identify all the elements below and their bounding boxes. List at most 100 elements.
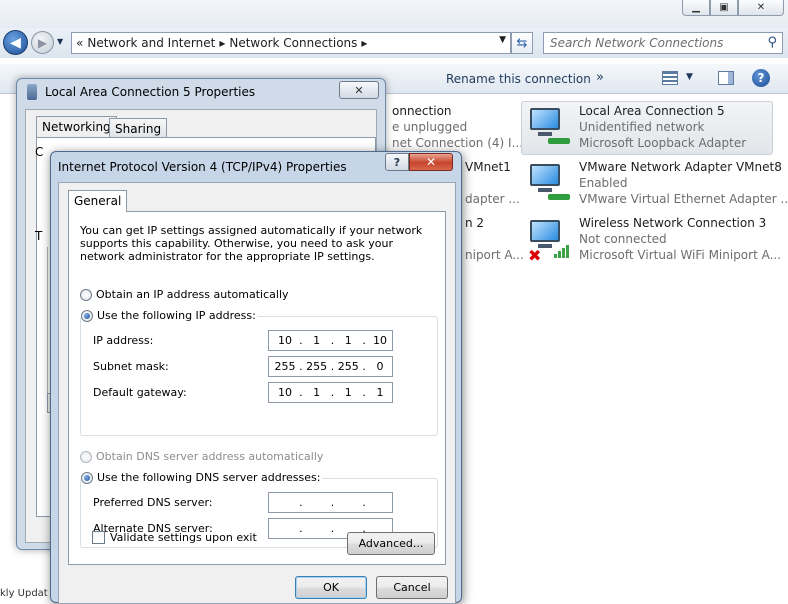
octet: 10: [277, 386, 292, 399]
connection-status: Enabled: [579, 176, 628, 190]
connection-status: Not connected: [579, 232, 667, 246]
radio-button-checked[interactable]: [81, 471, 93, 484]
minimize-button[interactable]: ▁: [682, 0, 710, 16]
use-following-dns-label: Use the following DNS server addresses:: [97, 471, 321, 484]
octet: 1: [313, 334, 321, 347]
octet: 1: [376, 386, 384, 399]
partial-label-connect: C: [35, 145, 44, 159]
connection-item-wireless-3[interactable]: ✖ Wireless Network Connection 3 Not conn…: [522, 214, 781, 268]
ok-button[interactable]: OK: [295, 576, 367, 599]
preview-pane-icon[interactable]: [718, 71, 734, 85]
question-icon: ?: [393, 155, 401, 169]
octet: 10: [372, 334, 387, 347]
breadcrumb-network-connections[interactable]: Network Connections: [229, 36, 357, 50]
connection-partial-status: e unplugged: [392, 120, 468, 134]
connection-item-local-area-5[interactable]: Local Area Connection 5 Unidentified net…: [521, 101, 773, 155]
use-following-ip-radio[interactable]: Use the following IP address:: [81, 309, 258, 322]
octet: 1: [344, 386, 352, 399]
help-icon[interactable]: ?: [752, 69, 770, 87]
change-view-icon[interactable]: [662, 71, 678, 85]
ip-address-label: IP address:: [93, 334, 154, 347]
connection-name: VMware Network Adapter VMnet8: [579, 160, 782, 174]
more-commands-button[interactable]: »: [596, 70, 604, 85]
taskbar-fragment: kly Updat: [0, 588, 48, 599]
checkbox[interactable]: [92, 531, 105, 544]
radio-button-checked[interactable]: [81, 309, 93, 322]
forward-button[interactable]: ▶: [31, 31, 54, 54]
octet: 1: [313, 386, 321, 399]
maximize-button[interactable]: ▣: [710, 0, 738, 16]
cancel-button[interactable]: Cancel: [376, 576, 448, 599]
octet: 1: [344, 334, 352, 347]
navigation-bar: ◀ ▶ ▼ « Network and Internet ▸ Network C…: [0, 28, 788, 58]
back-button[interactable]: ◀: [3, 30, 28, 55]
partial-label-this: T: [35, 229, 43, 243]
recent-pages-dropdown[interactable]: ▼: [57, 37, 63, 46]
rename-connection-button[interactable]: Rename this connection: [446, 72, 591, 86]
explorer-titlebar: ▁ ▣ ✕: [0, 0, 788, 28]
breadcrumb-overflow[interactable]: «: [76, 36, 83, 50]
breadcrumb-network-and-internet[interactable]: Network and Internet: [87, 36, 215, 50]
dialog-close-button[interactable]: ✕: [339, 81, 379, 99]
connection-status: Unidentified network: [579, 120, 705, 134]
dialog-title: Internet Protocol Version 4 (TCP/IPv4) P…: [58, 160, 347, 174]
connection-partial-name[interactable]: VMnet1: [465, 160, 511, 174]
general-panel: You can get IP settings assigned automat…: [68, 211, 446, 565]
obtain-dns-auto-radio[interactable]: Obtain DNS server address automatically: [80, 450, 323, 463]
network-adapter-icon: [528, 162, 572, 206]
close-icon: ✕: [756, 2, 766, 13]
connection-adapter: VMware Virtual Ethernet Adapter ...: [579, 192, 788, 206]
ip-address-field[interactable]: 10. 1. 1. 10: [268, 330, 393, 351]
connection-partial-adapter: dapter ...: [465, 192, 520, 206]
help-button[interactable]: ?: [385, 153, 409, 171]
wireless-adapter-icon: ✖: [528, 218, 572, 265]
view-dropdown-icon[interactable]: ▼: [686, 72, 693, 82]
window-close-button[interactable]: ✕: [738, 0, 784, 16]
address-bar[interactable]: « Network and Internet ▸ Network Connect…: [71, 32, 511, 54]
connection-adapter: Microsoft Virtual WiFi Miniport A...: [579, 248, 782, 262]
description-text: You can get IP settings assigned automat…: [80, 224, 423, 263]
obtain-ip-auto-radio[interactable]: Obtain an IP address automatically: [80, 288, 289, 301]
signal-bars-icon: [554, 244, 572, 258]
back-arrow-icon: ◀: [10, 34, 21, 51]
dialog-close-button[interactable]: ✕: [409, 153, 453, 171]
ip-address-group: Use the following IP address: IP address…: [80, 309, 438, 436]
breadcrumb-separator[interactable]: ▸: [219, 36, 225, 50]
use-following-dns-radio[interactable]: Use the following DNS server addresses:: [81, 471, 323, 484]
default-gateway-label: Default gateway:: [93, 386, 187, 399]
refresh-icon: ⇆: [516, 35, 528, 51]
close-icon: ✕: [425, 155, 437, 169]
dialog-body: General You can get IP settings assigned…: [58, 182, 456, 604]
tab-networking[interactable]: Networking: [36, 116, 117, 138]
minimize-icon: ▁: [692, 2, 700, 13]
connection-partial-name[interactable]: n 2: [465, 216, 484, 230]
octet: 0: [376, 360, 384, 373]
octet: 10: [277, 334, 292, 347]
window-controls: ▁ ▣ ✕: [682, 0, 784, 16]
connection-adapter: Microsoft Loopback Adapter: [579, 136, 747, 150]
search-input[interactable]: Search Network Connections ⚲: [543, 32, 783, 54]
address-dropdown-icon[interactable]: ▼: [499, 35, 506, 45]
restore-icon: ▣: [719, 2, 729, 13]
connection-name: Wireless Network Connection 3: [579, 216, 767, 230]
validate-settings-checkbox[interactable]: Validate settings upon exit: [92, 531, 257, 544]
radio-button[interactable]: [80, 288, 92, 301]
preferred-dns-field[interactable]: . . .: [268, 492, 393, 513]
radio-button-disabled[interactable]: [80, 450, 92, 463]
subnet-mask-field[interactable]: 255. 255. 255. 0: [268, 356, 393, 377]
disconnected-x-icon: ✖: [528, 246, 542, 265]
ipv4-properties-dialog: Internet Protocol Version 4 (TCP/IPv4) P…: [50, 151, 462, 604]
default-gateway-field[interactable]: 10. 1. 1. 1: [268, 382, 393, 403]
forward-arrow-icon: ▶: [37, 35, 48, 50]
preferred-dns-label: Preferred DNS server:: [93, 496, 213, 509]
connection-partial-name[interactable]: onnection: [392, 104, 452, 118]
refresh-button[interactable]: ⇆: [511, 32, 533, 54]
advanced-button[interactable]: Advanced...: [347, 532, 435, 555]
tab-general[interactable]: General: [68, 190, 128, 212]
connection-item-vmnet8[interactable]: VMware Network Adapter VMnet8 Enabled VM…: [522, 158, 788, 212]
obtain-dns-auto-label: Obtain DNS server address automatically: [96, 450, 324, 463]
search-icon[interactable]: ⚲: [767, 35, 777, 50]
use-following-ip-label: Use the following IP address:: [97, 309, 256, 322]
tab-sharing[interactable]: Sharing: [109, 118, 168, 137]
breadcrumb-separator[interactable]: ▸: [361, 36, 367, 50]
